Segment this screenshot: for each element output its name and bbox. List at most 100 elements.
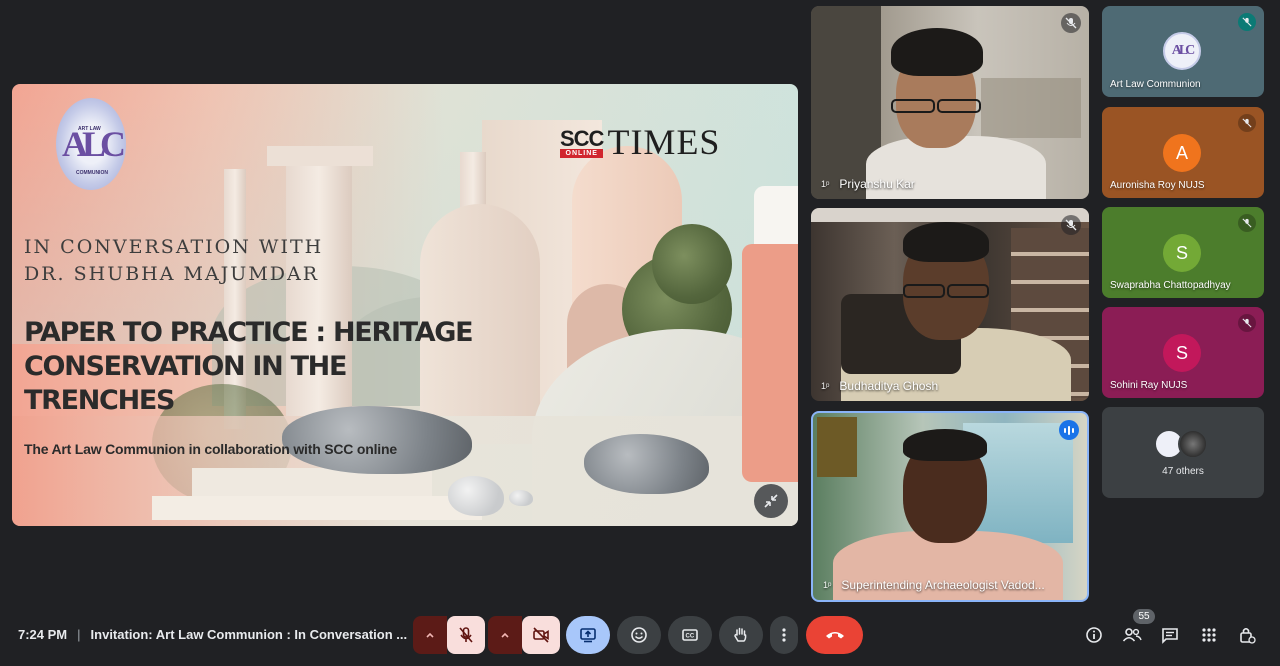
activities-button[interactable] — [1198, 624, 1220, 646]
person-hair — [903, 222, 989, 262]
mic-off-icon — [1065, 17, 1077, 29]
slide-column-capital — [267, 146, 373, 166]
avatar — [1178, 429, 1208, 459]
video-tile[interactable]: 1ᵖ Priyanshu Kar — [811, 6, 1089, 199]
people-button[interactable] — [1121, 624, 1143, 646]
camera-control — [488, 616, 560, 654]
reactions-button[interactable] — [617, 616, 661, 654]
avatar-letter: S — [1175, 242, 1188, 263]
present-screen-icon — [580, 628, 596, 643]
chat-button[interactable] — [1159, 624, 1181, 646]
mic-off-indicator — [1238, 314, 1256, 332]
participant-tile[interactable]: A Auronisha Roy NUJS — [1102, 107, 1264, 198]
mic-off-icon — [1242, 318, 1252, 328]
glasses — [891, 99, 935, 113]
mic-off-indicator — [1061, 13, 1081, 33]
others-avatars — [1154, 429, 1208, 459]
avatar: A — [1163, 134, 1201, 172]
present-button[interactable] — [566, 616, 610, 654]
slide-rock — [448, 476, 504, 516]
avatar-letter: S — [1175, 342, 1188, 363]
video-tile-active-speaker[interactable]: 1ᵖ Superintending Archaeologist Vadod... — [811, 411, 1089, 602]
raise-hand-icon — [734, 627, 747, 642]
meeting-title[interactable]: Invitation: Art Law Communion : In Conve… — [91, 627, 408, 642]
pin-icon: 1ᵖ — [823, 580, 832, 590]
participant-tile[interactable]: S Sohini Ray NUJS — [1102, 307, 1264, 398]
slide-rock — [509, 490, 533, 506]
leave-call-button[interactable] — [806, 616, 863, 654]
slide-step — [152, 496, 482, 520]
more-options-icon — [782, 628, 786, 642]
participant-name: Swaprabha Chattopadhyay — [1110, 280, 1231, 291]
svg-text:CC: CC — [686, 634, 695, 640]
video-background — [981, 78, 1081, 138]
raise-hand-button[interactable] — [719, 616, 763, 654]
host-controls-icon — [1240, 627, 1256, 644]
glasses — [903, 284, 945, 298]
glasses — [947, 284, 989, 298]
meeting-info: 7:24 PM | Invitation: Art Law Communion … — [18, 627, 407, 642]
presentation-slide: ALC ART LAW COMMUNION SCC ONLINE TIMES I… — [12, 84, 798, 526]
avatar: ALC — [1163, 32, 1201, 70]
slide-subtitle: The Art Law Communion in collaboration w… — [24, 441, 397, 457]
captions-icon: CC — [682, 629, 698, 641]
others-count: 47 others — [1162, 466, 1204, 477]
mic-off-icon — [1242, 17, 1252, 27]
participant-name: 1ᵖ Superintending Archaeologist Vadod... — [823, 578, 1045, 592]
others-tile[interactable]: 47 others — [1102, 407, 1264, 498]
mic-off-indicator — [1238, 13, 1256, 31]
scc-logo-text: SCC — [560, 126, 604, 151]
meeting-time: 7:24 PM — [18, 627, 68, 642]
ceiling-light — [811, 208, 1089, 222]
participant-name-text: Budhaditya Ghosh — [839, 379, 939, 393]
chevron-up-icon — [501, 632, 509, 638]
person-hair — [903, 429, 987, 461]
mic-off-icon — [1065, 219, 1077, 231]
speaker-name: DR. SHUBHA MAJUMDAR — [24, 263, 320, 285]
speaking-indicator — [1059, 420, 1079, 440]
participant-name: 1ᵖ Budhaditya Ghosh — [821, 379, 938, 393]
person-hair — [891, 28, 983, 76]
participant-name: 1ᵖ Priyanshu Kar — [821, 177, 915, 191]
more-options-button[interactable] — [770, 616, 798, 654]
participant-name: Sohini Ray NUJS — [1110, 380, 1188, 391]
slide-tree — [652, 224, 732, 304]
people-icon — [1122, 628, 1142, 642]
host-controls-button[interactable] — [1236, 624, 1258, 646]
mic-off-icon — [1242, 118, 1252, 128]
avatar-letter: A — [1175, 142, 1188, 163]
scc-times-logo: SCC ONLINE TIMES — [560, 122, 721, 162]
pin-icon: 1ᵖ — [821, 179, 830, 189]
emoji-icon — [631, 627, 647, 643]
logo-caption: COMMUNION — [76, 170, 108, 176]
camera-toggle-button[interactable] — [522, 616, 560, 654]
participant-name-text: Superintending Archaeologist Vadod... — [841, 578, 1045, 592]
minimize-presentation-button[interactable] — [754, 484, 788, 518]
participant-tile[interactable]: ALC Art Law Communion — [1102, 6, 1264, 97]
video-settings-button[interactable] — [488, 616, 522, 654]
audio-settings-button[interactable] — [413, 616, 447, 654]
end-call-icon — [825, 632, 844, 639]
mic-off-icon — [1242, 218, 1252, 228]
participant-name: Auronisha Roy NUJS — [1110, 180, 1205, 191]
info-icon — [1086, 627, 1102, 643]
mic-off-indicator — [1061, 215, 1081, 235]
logo-caption: ART LAW — [78, 126, 101, 132]
mic-toggle-button[interactable] — [447, 616, 485, 654]
participant-tile[interactable]: S Swaprabha Chattopadhyay — [1102, 207, 1264, 298]
chat-icon — [1162, 628, 1178, 644]
art-law-communion-logo: ALC ART LAW COMMUNION — [56, 98, 126, 190]
mic-control — [413, 616, 485, 654]
video-tile[interactable]: 1ᵖ Budhaditya Ghosh — [811, 208, 1089, 401]
meeting-details-button[interactable] — [1083, 624, 1105, 646]
conversation-line: IN CONVERSATION WITH — [24, 236, 324, 258]
mic-off-indicator — [1238, 114, 1256, 132]
participant-count-badge: 55 — [1133, 609, 1155, 624]
captions-button[interactable]: CC — [668, 616, 712, 654]
slide-panel — [754, 186, 798, 246]
scc-online-text: ONLINE — [560, 149, 604, 158]
scc-times-text: TIMES — [607, 122, 721, 162]
glasses — [937, 99, 981, 113]
mic-off-icon — [459, 627, 473, 643]
minimize-icon — [764, 494, 778, 508]
